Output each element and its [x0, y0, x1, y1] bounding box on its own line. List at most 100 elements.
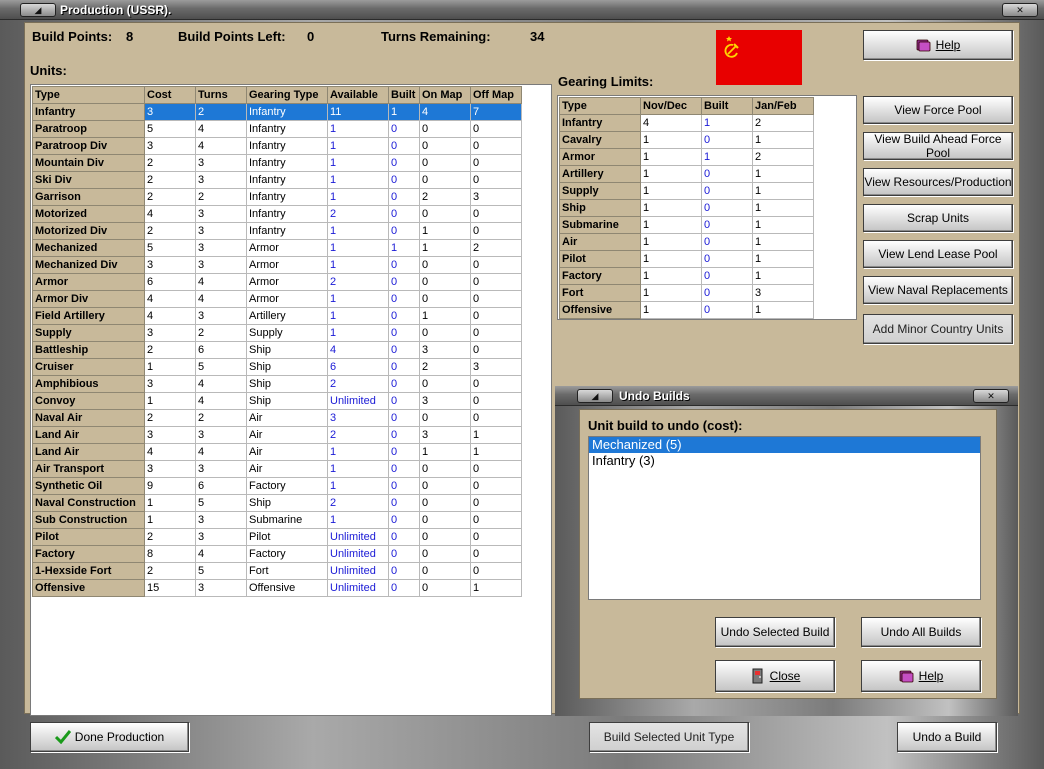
unit-value-cell[interactable]: 5	[144, 120, 196, 138]
unit-value-cell[interactable]: 3	[144, 426, 196, 444]
unit-value-cell[interactable]: 4	[195, 273, 247, 291]
build-selected-unit-type-button[interactable]: Build Selected Unit Type	[589, 722, 749, 752]
unit-value-cell[interactable]: 0	[470, 494, 522, 512]
unit-value-cell[interactable]: 0	[470, 528, 522, 546]
unit-value-cell[interactable]: 2	[327, 426, 389, 444]
unit-value-cell[interactable]: 0	[388, 307, 420, 325]
unit-type-cell[interactable]: Mechanized Div	[32, 256, 145, 274]
unit-value-cell[interactable]: 6	[195, 341, 247, 359]
view-naval-replacements-button[interactable]: View Naval Replacements	[863, 276, 1013, 304]
unit-value-cell[interactable]: Infantry	[246, 205, 328, 223]
unit-value-cell[interactable]: 4	[195, 137, 247, 155]
unit-value-cell[interactable]: 4	[327, 341, 389, 359]
unit-value-cell[interactable]: 2	[327, 494, 389, 512]
add-minor-country-units-button[interactable]: Add Minor Country Units	[863, 314, 1013, 344]
unit-value-cell[interactable]: 2	[419, 188, 471, 206]
unit-value-cell[interactable]: 4	[195, 120, 247, 138]
unit-value-cell[interactable]: Air	[246, 443, 328, 461]
unit-type-cell[interactable]: Motorized Div	[32, 222, 145, 240]
unit-type-cell[interactable]: Garrison	[32, 188, 145, 206]
unit-value-cell[interactable]: 2	[195, 324, 247, 342]
unit-value-cell[interactable]: 3	[419, 341, 471, 359]
unit-value-cell[interactable]: 0	[419, 494, 471, 512]
units-table-row[interactable]: Air Transport 3 3 Air 1 0 0 0	[32, 460, 522, 478]
unit-value-cell[interactable]: Air	[246, 409, 328, 427]
unit-value-cell[interactable]: Unlimited	[327, 528, 389, 546]
unit-value-cell[interactable]: 0	[470, 171, 522, 189]
unit-value-cell[interactable]: 1	[470, 426, 522, 444]
unit-value-cell[interactable]: 2	[144, 562, 196, 580]
unit-value-cell[interactable]: 2	[144, 188, 196, 206]
undo-build-list[interactable]: Mechanized (5) Infantry (3)	[588, 436, 981, 600]
unit-value-cell[interactable]: 0	[388, 545, 420, 563]
unit-value-cell[interactable]: 0	[419, 171, 471, 189]
unit-type-cell[interactable]: Amphibious	[32, 375, 145, 393]
unit-type-cell[interactable]: Land Air	[32, 443, 145, 461]
unit-value-cell[interactable]: 3	[195, 256, 247, 274]
units-table-row[interactable]: Battleship 2 6 Ship 4 0 3 0	[32, 341, 522, 359]
unit-value-cell[interactable]: 0	[419, 528, 471, 546]
units-table-row[interactable]: Synthetic Oil 9 6 Factory 1 0 0 0	[32, 477, 522, 495]
unit-value-cell[interactable]: 1	[419, 307, 471, 325]
unit-value-cell[interactable]: 3	[144, 103, 196, 121]
unit-value-cell[interactable]: 1	[327, 239, 389, 257]
unit-value-cell[interactable]: Offensive	[246, 579, 328, 597]
unit-value-cell[interactable]: 0	[388, 494, 420, 512]
units-table-row[interactable]: Naval Air 2 2 Air 3 0 0 0	[32, 409, 522, 427]
units-table-row[interactable]: Supply 3 2 Supply 1 0 0 0	[32, 324, 522, 342]
unit-value-cell[interactable]: 2	[144, 528, 196, 546]
unit-value-cell[interactable]: 0	[388, 154, 420, 172]
view-lend-lease-pool-button[interactable]: View Lend Lease Pool	[863, 240, 1013, 268]
unit-value-cell[interactable]: Infantry	[246, 120, 328, 138]
unit-value-cell[interactable]: 3	[195, 460, 247, 478]
unit-value-cell[interactable]: 0	[419, 375, 471, 393]
unit-value-cell[interactable]: 2	[327, 273, 389, 291]
unit-value-cell[interactable]: 0	[419, 273, 471, 291]
undo-help-button[interactable]: Help	[861, 660, 981, 692]
unit-value-cell[interactable]: 0	[470, 545, 522, 563]
units-column-header[interactable]: Gearing Type	[246, 86, 328, 104]
unit-value-cell[interactable]: 0	[388, 341, 420, 359]
unit-value-cell[interactable]: 1	[419, 222, 471, 240]
unit-value-cell[interactable]: 0	[470, 324, 522, 342]
unit-value-cell[interactable]: 0	[470, 256, 522, 274]
unit-value-cell[interactable]: 0	[419, 477, 471, 495]
unit-value-cell[interactable]: Factory	[246, 545, 328, 563]
unit-value-cell[interactable]: 0	[470, 562, 522, 580]
unit-value-cell[interactable]: 4	[195, 545, 247, 563]
unit-value-cell[interactable]: 4	[144, 290, 196, 308]
unit-value-cell[interactable]: 2	[144, 171, 196, 189]
unit-value-cell[interactable]: 2	[144, 154, 196, 172]
unit-value-cell[interactable]: 3	[195, 205, 247, 223]
unit-value-cell[interactable]: 6	[195, 477, 247, 495]
units-table-container[interactable]: Type Cost Turns Gearing Type Available Built O…	[30, 84, 552, 716]
units-table-row[interactable]: Mountain Div 2 3 Infantry 1 0 0 0	[32, 154, 522, 172]
units-table-row[interactable]: Field Artillery 4 3 Artillery 1 0 1 0	[32, 307, 522, 325]
unit-value-cell[interactable]: 0	[470, 375, 522, 393]
unit-value-cell[interactable]: Ship	[246, 494, 328, 512]
view-build-ahead-force-pool-button[interactable]: View Build Ahead Force Pool	[863, 132, 1013, 160]
unit-value-cell[interactable]: 0	[419, 154, 471, 172]
unit-value-cell[interactable]: 1	[144, 358, 196, 376]
unit-value-cell[interactable]: Unlimited	[327, 579, 389, 597]
unit-value-cell[interactable]: 0	[388, 562, 420, 580]
unit-value-cell[interactable]: 0	[388, 392, 420, 410]
units-table-row[interactable]: Cruiser 1 5 Ship 6 0 2 3	[32, 358, 522, 376]
unit-value-cell[interactable]: 0	[470, 205, 522, 223]
unit-type-cell[interactable]: Armor Div	[32, 290, 145, 308]
unit-value-cell[interactable]: 1	[327, 460, 389, 478]
unit-value-cell[interactable]: 3	[144, 137, 196, 155]
window-menu-button[interactable]: ◢	[20, 3, 56, 17]
unit-value-cell[interactable]: 2	[470, 239, 522, 257]
undo-selected-build-button[interactable]: Undo Selected Build	[715, 617, 835, 647]
unit-value-cell[interactable]: Air	[246, 426, 328, 444]
units-table-row[interactable]: Armor Div 4 4 Armor 1 0 0 0	[32, 290, 522, 308]
unit-value-cell[interactable]: 0	[470, 307, 522, 325]
units-column-header[interactable]: Turns	[195, 86, 247, 104]
unit-value-cell[interactable]: 2	[327, 375, 389, 393]
unit-value-cell[interactable]: 7	[470, 103, 522, 121]
unit-type-cell[interactable]: Land Air	[32, 426, 145, 444]
unit-value-cell[interactable]: 2	[195, 409, 247, 427]
units-table-row[interactable]: Offensive 15 3 Offensive Unlimited 0 0 1	[32, 579, 522, 597]
unit-value-cell[interactable]: 0	[470, 290, 522, 308]
